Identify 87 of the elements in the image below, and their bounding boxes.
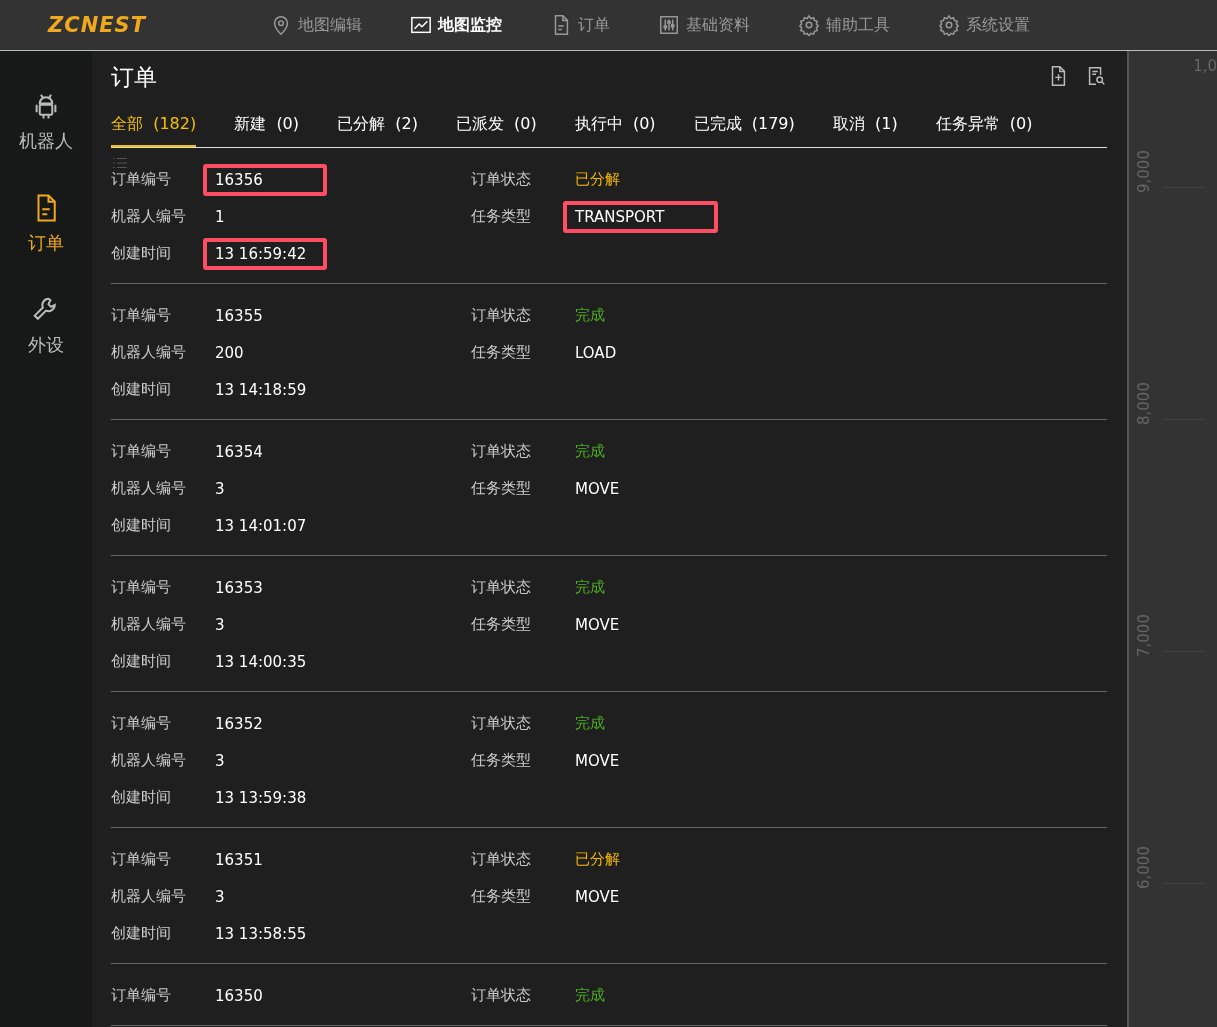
filter-tab[interactable]: 新建 (0) xyxy=(234,103,300,147)
field-label: 订单编号 xyxy=(111,578,172,597)
filter-tab[interactable]: 全部 (182) xyxy=(111,103,197,147)
field-label: 订单状态 xyxy=(471,578,532,597)
field-value: 16354 xyxy=(214,441,264,463)
highlighted-field-value: 16356 xyxy=(203,163,327,196)
field-value: 完成 xyxy=(574,713,606,734)
nav-item[interactable]: 辅助工具 xyxy=(798,14,890,36)
line-chart-icon xyxy=(410,14,432,36)
field-label: 订单状态 xyxy=(471,170,532,189)
field-label: 机器人编号 xyxy=(111,207,187,226)
field-label: 订单编号 xyxy=(111,714,172,733)
field-value: 完成 xyxy=(574,441,606,462)
field-value: 13 14:18:59 xyxy=(214,379,308,401)
nav-item[interactable]: 基础资料 xyxy=(658,14,750,36)
field-label: 任务类型 xyxy=(471,615,532,634)
sliders-icon xyxy=(658,14,680,36)
field-value: MOVE xyxy=(574,614,621,636)
field-value: 3 xyxy=(214,614,226,636)
field-label: 任务类型 xyxy=(471,751,532,770)
field-label: 机器人编号 xyxy=(111,343,187,362)
filter-tab[interactable]: 已分解 (2) xyxy=(337,103,418,147)
field-value: 3 xyxy=(214,478,226,500)
field-label: 任务类型 xyxy=(471,343,532,362)
field-label: 订单编号 xyxy=(111,442,172,461)
field-value: 已分解 xyxy=(574,849,621,870)
logo: ZCNEST xyxy=(48,13,146,37)
highlighted-field-value: TRANSPORT xyxy=(563,200,718,233)
field-value: 3 xyxy=(214,750,226,772)
field-value: 1 xyxy=(214,206,226,228)
sidebar-item[interactable]: 订单 xyxy=(28,193,64,255)
field-label: 创建时间 xyxy=(111,516,172,535)
panel-title: 订单 xyxy=(111,62,157,92)
field-label: 创建时间 xyxy=(111,788,172,807)
field-value: 16351 xyxy=(214,849,264,871)
filter-tab[interactable]: 取消 (1) xyxy=(832,103,898,147)
field-label: 订单编号 xyxy=(111,306,172,325)
nav-item[interactable]: 订单 xyxy=(550,14,610,36)
field-label: 机器人编号 xyxy=(111,751,187,770)
field-value: MOVE xyxy=(574,750,621,772)
sidebar-item[interactable]: 机器人 xyxy=(19,91,73,153)
field-value: 13 13:59:38 xyxy=(214,787,308,809)
field-value: MOVE xyxy=(574,886,621,908)
field-label: 机器人编号 xyxy=(111,615,187,634)
field-label: 任务类型 xyxy=(471,887,532,906)
field-value: 200 xyxy=(214,342,245,364)
gear-icon xyxy=(798,14,820,36)
filter-tab[interactable]: 任务异常 (0) xyxy=(935,103,1033,147)
field-label: 订单编号 xyxy=(111,986,172,1005)
field-value: 已分解 xyxy=(574,169,621,190)
filter-tab[interactable]: 已派发 (0) xyxy=(455,103,537,147)
filter-tab[interactable]: 执行中 (0) xyxy=(574,103,656,147)
field-label: 订单状态 xyxy=(471,442,532,461)
nav-item[interactable]: 系统设置 xyxy=(938,14,1030,36)
nav-item[interactable]: 地图编辑 xyxy=(270,14,362,36)
sidebar-item[interactable]: 外设 xyxy=(28,295,64,357)
field-label: 订单状态 xyxy=(471,850,532,869)
field-value: 3 xyxy=(214,886,226,908)
field-value: MOVE xyxy=(574,478,621,500)
gear-icon xyxy=(938,14,960,36)
filter-tab[interactable]: 已完成 (179) xyxy=(693,103,795,147)
field-label: 创建时间 xyxy=(111,652,172,671)
field-label: 创建时间 xyxy=(111,924,172,943)
field-label: 订单编号 xyxy=(111,170,172,189)
nav-item[interactable]: 地图监控 xyxy=(410,14,502,36)
field-label: 机器人编号 xyxy=(111,887,187,906)
field-label: 订单状态 xyxy=(471,306,532,325)
field-label: 订单编号 xyxy=(111,850,172,869)
field-value: 13 13:58:55 xyxy=(214,923,308,945)
field-value: 13 14:00:35 xyxy=(214,651,308,673)
field-value: LOAD xyxy=(574,342,618,364)
field-value: 16353 xyxy=(214,577,264,599)
field-label: 订单状态 xyxy=(471,986,532,1005)
highlighted-field-value: 13 16:59:42 xyxy=(203,237,327,270)
field-value: 完成 xyxy=(574,305,606,326)
field-label: 任务类型 xyxy=(471,479,532,498)
field-value: 16350 xyxy=(214,985,264,1007)
field-label: 创建时间 xyxy=(111,244,172,263)
field-label: 机器人编号 xyxy=(111,479,187,498)
field-label: 创建时间 xyxy=(111,380,172,399)
field-value: 16352 xyxy=(214,713,264,735)
field-value: 16355 xyxy=(214,305,264,327)
field-label: 订单状态 xyxy=(471,714,532,733)
field-value: 完成 xyxy=(574,577,606,598)
field-value: 13 14:01:07 xyxy=(214,515,308,537)
field-value: 完成 xyxy=(574,985,606,1006)
field-label: 任务类型 xyxy=(471,207,532,226)
